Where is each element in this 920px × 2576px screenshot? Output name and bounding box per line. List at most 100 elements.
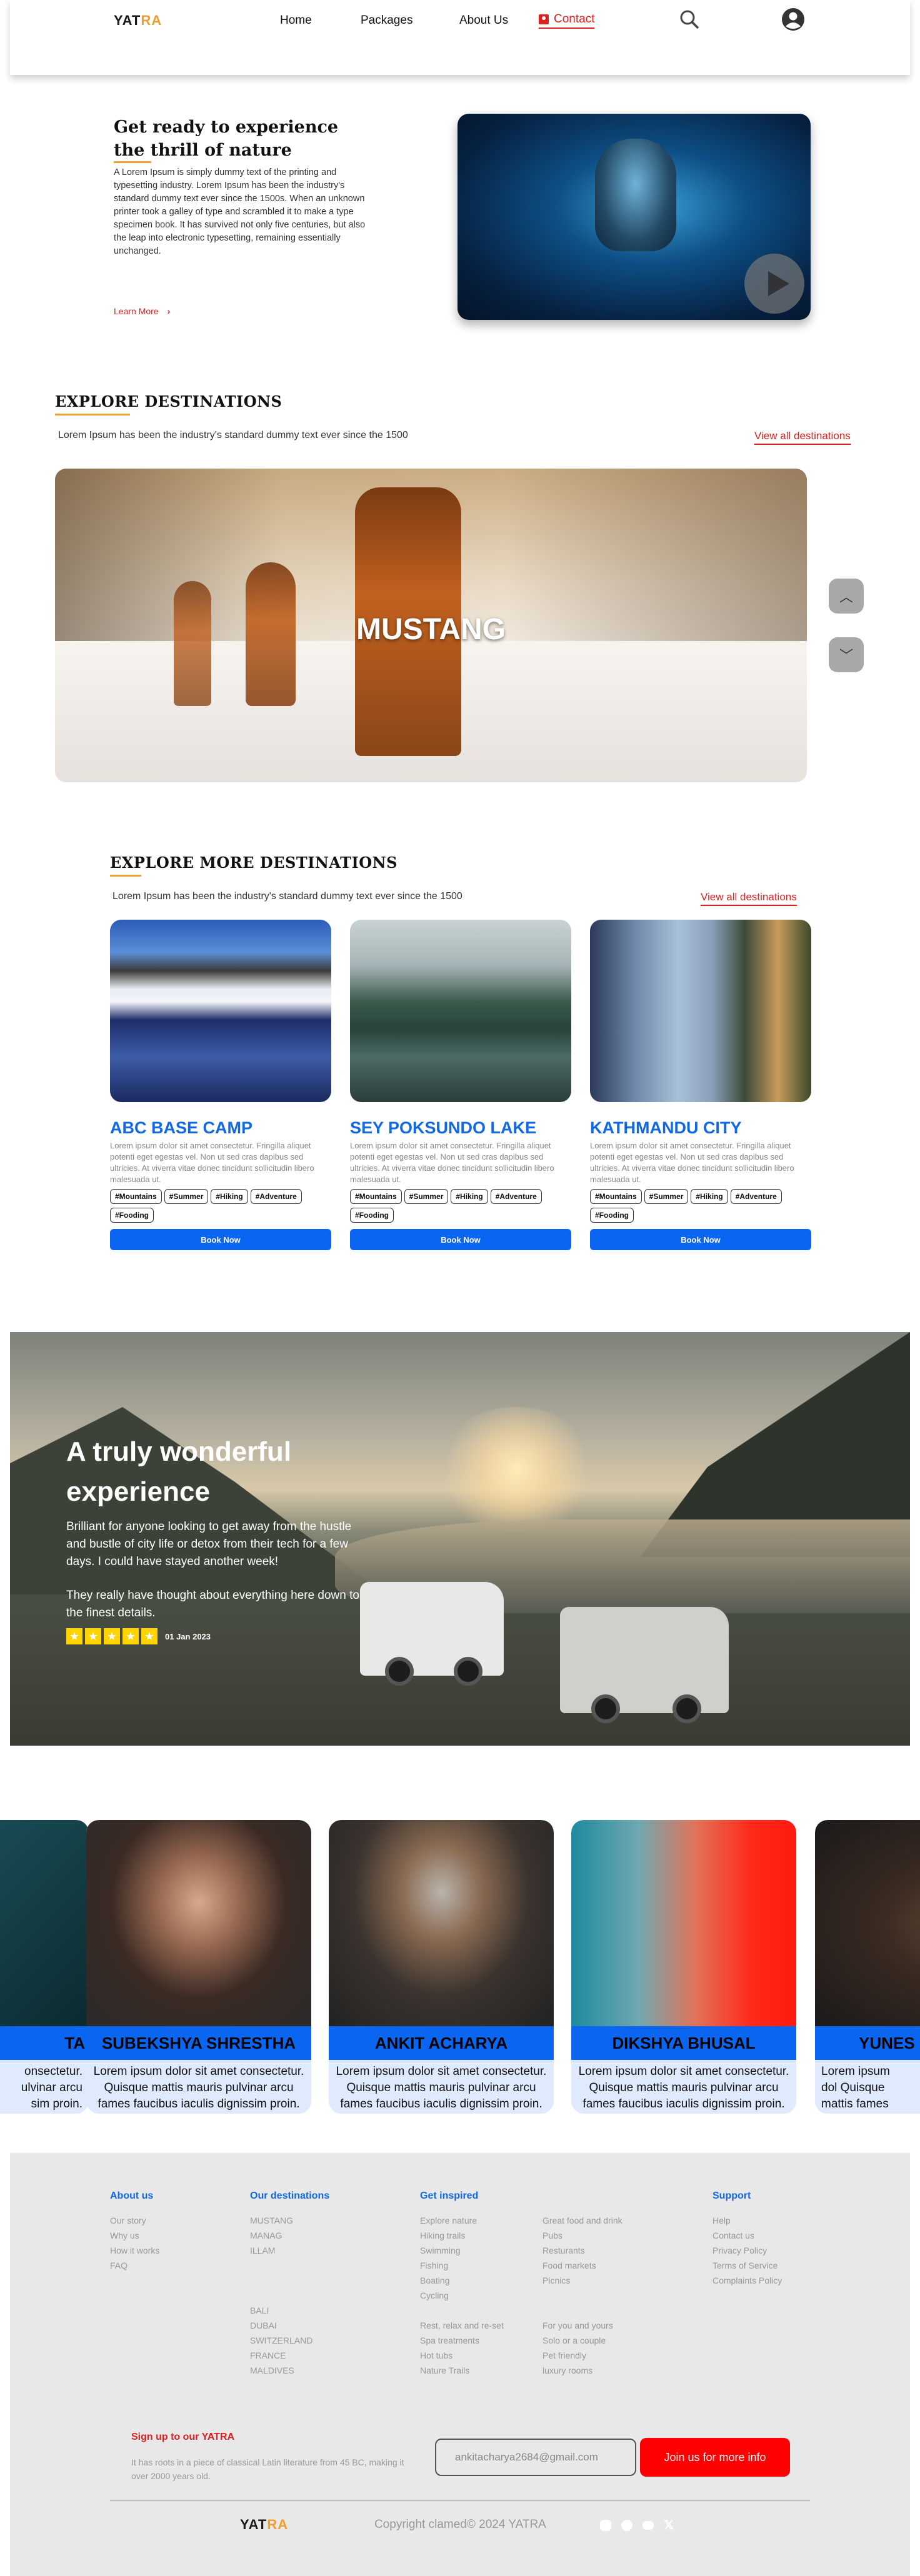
view-all-destinations-link[interactable]: View all destinations [754,430,851,445]
nav-contact[interactable]: Contact [539,12,595,29]
hero-video[interactable] [458,114,811,320]
footer-logo[interactable]: YATRA [240,2517,288,2533]
footer-link[interactable]: SWITZERLAND [250,2333,312,2348]
tag[interactable]: #Fooding [110,1208,154,1223]
testimonial-card[interactable]: ANKIT ACHARYA Lorem ipsum dolor sit amet… [329,1820,554,2114]
youtube-icon[interactable] [642,2521,654,2530]
footer-link[interactable]: Boating [420,2273,477,2288]
footer-link[interactable]: Great food and drink [542,2213,622,2228]
footer-link[interactable]: Swimming [420,2243,477,2258]
tag[interactable]: #Mountains [350,1189,402,1204]
nav-home[interactable]: Home [280,14,312,27]
footer-link[interactable]: MALDIVES [250,2363,312,2378]
testimonial-card[interactable]: SUBEKSHYA SHRESTHA Lorem ipsum dolor sit… [86,1820,311,2114]
testimonial-quote: Lorem ipsum dolor sit amet consectetur. … [336,2065,547,2111]
footer-link[interactable]: Spa treatments [420,2333,504,2348]
chevron-up-icon: ︿ [839,589,853,605]
user-account-icon[interactable] [781,7,805,31]
learn-more-link[interactable]: Learn More › [114,306,170,316]
star-icon: ★ [85,1628,101,1644]
footer-link[interactable]: Hot tubs [420,2348,504,2363]
footer-link[interactable]: Why us [110,2228,159,2243]
x-twitter-icon[interactable]: 𝕏 [664,2519,674,2532]
footer-link[interactable]: Our story [110,2213,159,2228]
tag[interactable]: #Hiking [211,1189,248,1204]
footer-link[interactable]: Terms of Service [712,2258,782,2273]
footer-link[interactable]: ILLAM [250,2243,293,2258]
footer-link[interactable]: Help [712,2213,782,2228]
footer-link[interactable]: Rest, relax and re-set [420,2318,504,2333]
star-icon: ★ [141,1628,158,1644]
tag[interactable]: #Adventure [250,1189,302,1204]
site-header: YATRA Home Packages About Us Contact [10,0,910,75]
footer-link[interactable]: Food markets [542,2258,622,2273]
footer-link[interactable]: Cycling [420,2288,477,2303]
footer-link[interactable]: BALI [250,2303,312,2318]
destination-description: Lorem ipsum dolor sit amet consectetur. … [110,1141,314,1184]
slider-up-button[interactable]: ︿ [829,579,864,614]
footer-link[interactable]: How it works [110,2243,159,2258]
tag[interactable]: #Adventure [730,1189,782,1204]
explore-more-view-all-link[interactable]: View all destinations [701,891,797,906]
footer-link[interactable]: Solo or a couple [542,2333,613,2348]
tag[interactable]: #Summer [644,1189,689,1204]
tag[interactable]: #Summer [164,1189,209,1204]
nav-about-us[interactable]: About Us [459,14,508,27]
slider-down-button[interactable]: ﹀ [829,637,864,672]
testimonial-quote: Lorem ipsum dolor sit amet consectetur. … [578,2065,789,2111]
book-now-button[interactable]: Book Now [590,1229,811,1250]
testimonial-card[interactable]: DIKSHYA BHUSAL Lorem ipsum dolor sit ame… [571,1820,796,2114]
footer-link[interactable]: MUSTANG [250,2213,293,2228]
sunset-glow [435,1407,598,1532]
nav-packages[interactable]: Packages [361,14,412,27]
facebook-icon[interactable] [621,2520,632,2531]
tag[interactable]: #Fooding [590,1208,634,1223]
testimonial-name: SUBEKSHYA SHRESTHA [86,2026,311,2060]
book-now-button[interactable]: Book Now [350,1229,571,1250]
tag-list: #Mountains #Summer #Hiking #Adventure #Foodi… [350,1189,571,1226]
footer-link[interactable]: Contact us [712,2228,782,2243]
footer-link[interactable]: Explore nature [420,2213,477,2228]
footer-link[interactable]: DUBAI [250,2318,312,2333]
testimonial-card[interactable]: YUNES Lorem ipsum dol Quisque mattis fam… [815,1820,920,2114]
chevron-right-icon: › [167,306,171,316]
explore-subtitle: Lorem Ipsum has been the industry's stan… [58,430,408,440]
testimonial-photo [0,1820,89,2026]
tag[interactable]: #Hiking [691,1189,728,1204]
site-logo[interactable]: YATRA [114,12,162,29]
destination-image[interactable] [590,920,811,1102]
footer-link[interactable]: Pubs [542,2228,622,2243]
play-icon[interactable] [744,254,804,314]
footer-link[interactable]: Hiking trails [420,2228,477,2243]
book-now-button[interactable]: Book Now [110,1229,331,1250]
tag[interactable]: #Mountains [110,1189,162,1204]
footer-link[interactable]: For you and yours [542,2318,613,2333]
destination-image[interactable] [110,920,331,1102]
join-button[interactable]: Join us for more info [640,2438,790,2477]
footer-link[interactable]: luxury rooms [542,2363,613,2378]
destination-image[interactable] [350,920,571,1102]
tag[interactable]: #Mountains [590,1189,642,1204]
footer-link[interactable]: Privacy Policy [712,2243,782,2258]
testimonial-card[interactable]: TA onsectetur. ulvinar arcu sim proin. [0,1820,89,2114]
footer-link[interactable]: MANAG [250,2228,293,2243]
tag[interactable]: #Adventure [490,1189,542,1204]
search-icon[interactable] [679,9,700,30]
footer-link[interactable]: Nature Trails [420,2363,504,2378]
footer-link[interactable]: Resturants [542,2243,622,2258]
destination-slider[interactable]: MUSTANG [55,469,807,782]
footer-link[interactable]: Complaints Policy [712,2273,782,2288]
destination-title[interactable]: ABC BASE CAMP [110,1118,331,1138]
tag[interactable]: #Summer [404,1189,449,1204]
destination-title[interactable]: SEY POKSUNDO LAKE [350,1118,571,1138]
footer-link[interactable]: Fishing [420,2258,477,2273]
tag[interactable]: #Hiking [451,1189,488,1204]
footer-link[interactable]: Pet friendly [542,2348,613,2363]
footer-link[interactable]: FAQ [110,2258,159,2273]
tag[interactable]: #Fooding [350,1208,394,1223]
footer-link[interactable]: FRANCE [250,2348,312,2363]
footer-link[interactable]: Picnics [542,2273,622,2288]
email-field[interactable] [435,2439,636,2476]
instagram-icon[interactable] [600,2520,611,2531]
destination-title[interactable]: KATHMANDU CITY [590,1118,811,1138]
